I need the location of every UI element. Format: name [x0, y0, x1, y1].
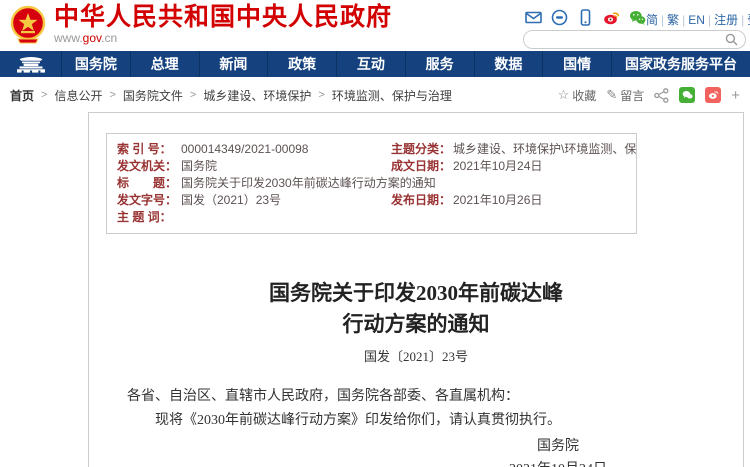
meta-row: 发文机关： 国务院 成文日期： 2021年10月24日	[117, 158, 636, 175]
nav-item-news[interactable]: 新闻	[200, 51, 269, 77]
nav-item-premier[interactable]: 总理	[131, 51, 200, 77]
meta-label-written-date: 成文日期：	[391, 158, 453, 175]
document-title-line2: 行动方案的通知	[89, 309, 743, 340]
nav-item-data[interactable]: 数据	[475, 51, 544, 77]
signature-date: 2021年10月24日	[498, 458, 618, 467]
breadcrumb: 首页 > 信息公开 > 国务院文件 > 城乡建设、环境保护 > 环境监测、保护与…	[10, 87, 452, 104]
site-header: 中华人民共和国中央人民政府 www.gov.cn 简|繁|EN|注册|登录	[0, 0, 750, 51]
nav-item-gov-service-platform[interactable]: 国家政务服务平台	[612, 51, 750, 77]
tiananmen-home-icon	[14, 55, 48, 73]
search-icon[interactable]	[725, 33, 738, 46]
search-input[interactable]	[524, 32, 725, 47]
lang-english[interactable]: EN	[688, 13, 705, 27]
breadcrumb-separator: >	[109, 89, 115, 101]
breadcrumb-info-disclosure[interactable]: 信息公开	[54, 87, 102, 104]
star-icon: ☆	[558, 87, 570, 103]
meta-value-written-date: 2021年10月24日	[453, 158, 636, 175]
site-url: www.gov.cn	[54, 31, 392, 45]
meta-label-index: 索 引 号：	[117, 141, 181, 158]
client-icon[interactable]	[551, 9, 568, 26]
nav-item-services[interactable]: 服务	[406, 51, 475, 77]
search-box	[523, 30, 746, 49]
separator: |	[741, 13, 744, 27]
lang-traditional[interactable]: 繁	[667, 13, 679, 27]
meta-label-title: 标 题：	[117, 175, 181, 192]
document-signature: 国务院 2021年10月24日	[498, 435, 618, 467]
breadcrumb-home[interactable]: 首页	[10, 87, 34, 104]
separator: |	[682, 13, 685, 27]
document-title-line1: 国务院关于印发2030年前碳达峰	[89, 278, 743, 309]
meta-value-issuer: 国务院	[181, 158, 391, 175]
register-link[interactable]: 注册	[714, 13, 738, 27]
meta-row: 主 题 词：	[117, 209, 636, 226]
separator: |	[661, 13, 664, 27]
favorite-label: 收藏	[572, 87, 596, 104]
wechat-icon[interactable]	[629, 9, 646, 26]
document-number: 国发〔2021〕23号	[89, 346, 743, 365]
lang-simplified[interactable]: 简	[646, 13, 658, 27]
signature-signer: 国务院	[498, 435, 618, 458]
document-paragraph-main: 现将《2030年前碳达峰行动方案》印发给你们，请认真贯彻执行。	[127, 409, 705, 433]
weibo-icon[interactable]	[603, 9, 620, 26]
pencil-icon: ✎	[606, 87, 617, 103]
meta-label-category: 主题分类：	[391, 141, 453, 158]
share-wechat-icon[interactable]	[679, 87, 695, 103]
meta-row: 索 引 号： 000014349/2021-00098 主题分类： 城乡建设、环…	[117, 141, 636, 158]
site-title: 中华人民共和国中央人民政府	[54, 4, 392, 30]
meta-value-index: 000014349/2021-00098	[181, 141, 391, 158]
nav-home[interactable]	[0, 51, 62, 77]
meta-value-category: 城乡建设、环境保护\环境监测、保护与治理	[453, 141, 636, 158]
share-icon[interactable]	[654, 88, 669, 103]
meta-value-keywords	[181, 209, 636, 226]
site-logo[interactable]: 中华人民共和国中央人民政府 www.gov.cn	[10, 4, 392, 45]
separator: |	[708, 13, 711, 27]
nav-item-interaction[interactable]: 互动	[337, 51, 406, 77]
breadcrumb-separator: >	[41, 89, 47, 101]
meta-value-publish-date: 2021年10月26日	[453, 192, 636, 209]
national-emblem-icon	[10, 5, 46, 45]
page-actions: ☆收藏 ✎留言 +	[558, 84, 740, 106]
breadcrumb-separator: >	[190, 89, 196, 101]
url-prefix: www.	[54, 31, 83, 45]
more-share-button[interactable]: +	[731, 87, 740, 104]
meta-value-title: 国务院关于印发2030年前碳达峰行动方案的通知	[181, 175, 636, 192]
nav-item-policy[interactable]: 政策	[268, 51, 337, 77]
header-icons	[525, 9, 646, 26]
share-weibo-icon[interactable]	[705, 87, 721, 103]
meta-label-doc-number: 发文字号：	[117, 192, 181, 209]
nav-item-national-conditions[interactable]: 国情	[543, 51, 612, 77]
meta-row: 发文字号： 国发（2021）23号 发布日期： 2021年10月26日	[117, 192, 636, 209]
breadcrumb-state-council-docs[interactable]: 国务院文件	[123, 87, 183, 104]
mobile-icon[interactable]	[577, 9, 594, 26]
nav-item-state-council[interactable]: 国务院	[62, 51, 131, 77]
document-paragraph-addressees: 各省、自治区、直辖市人民政府，国务院各部委、各直属机构：	[127, 385, 705, 409]
document-meta-table: 索 引 号： 000014349/2021-00098 主题分类： 城乡建设、环…	[106, 133, 637, 234]
meta-label-keywords: 主 题 词：	[117, 209, 181, 226]
page: 中华人民共和国中央人民政府 www.gov.cn 简|繁|EN|注册|登录	[0, 0, 750, 467]
document-body: 国务院关于印发2030年前碳达峰 行动方案的通知 国发〔2021〕23号 各省、…	[89, 278, 743, 467]
meta-row: 标 题： 国务院关于印发2030年前碳达峰行动方案的通知	[117, 175, 636, 192]
url-gov: gov	[83, 31, 101, 45]
breadcrumb-separator: >	[318, 89, 324, 101]
document-title: 国务院关于印发2030年前碳达峰 行动方案的通知	[89, 278, 743, 340]
comment-label: 留言	[620, 87, 644, 104]
main-nav: 国务院 总理 新闻 政策 互动 服务 数据 国情 国家政务服务平台	[0, 51, 750, 77]
meta-label-publish-date: 发布日期：	[391, 192, 453, 209]
comment-button[interactable]: ✎留言	[606, 87, 644, 104]
meta-value-doc-number: 国发（2021）23号	[181, 192, 391, 209]
url-suffix: .cn	[101, 31, 117, 45]
breadcrumb-row: 首页 > 信息公开 > 国务院文件 > 城乡建设、环境保护 > 环境监测、保护与…	[0, 84, 750, 106]
document-card: 索 引 号： 000014349/2021-00098 主题分类： 城乡建设、环…	[88, 112, 744, 467]
meta-label-issuer: 发文机关：	[117, 158, 181, 175]
lang-links: 简|繁|EN|注册|登录	[646, 11, 750, 28]
breadcrumb-env-monitoring[interactable]: 环境监测、保护与治理	[332, 87, 452, 104]
favorite-button[interactable]: ☆收藏	[558, 87, 597, 104]
mail-icon[interactable]	[525, 9, 542, 26]
breadcrumb-urban-env[interactable]: 城乡建设、环境保护	[203, 87, 311, 104]
